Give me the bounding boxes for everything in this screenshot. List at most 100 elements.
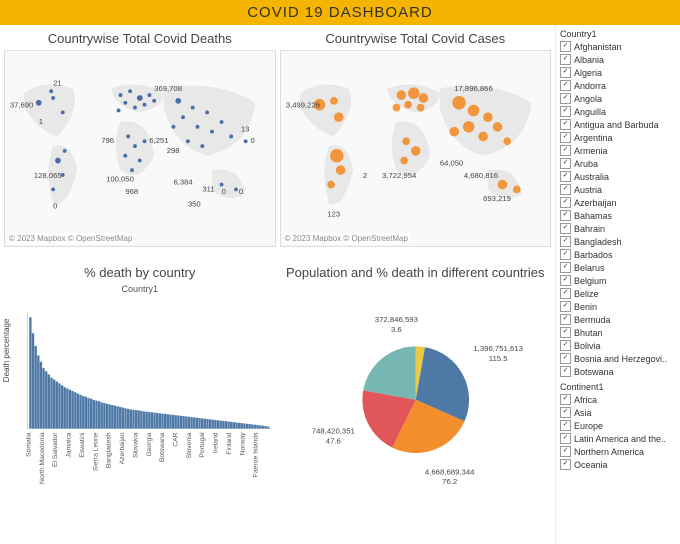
checkbox-icon[interactable]: ✓ [560, 145, 571, 156]
svg-text:3,499,226: 3,499,226 [285, 101, 319, 110]
checkbox-icon[interactable]: ✓ [560, 197, 571, 208]
filter-country-item[interactable]: ✓Bangladesh [560, 235, 678, 248]
filter-country-item[interactable]: ✓Bolivia [560, 339, 678, 352]
checkbox-icon[interactable]: ✓ [560, 210, 571, 221]
checkbox-icon[interactable]: ✓ [560, 288, 571, 299]
filter-country-item[interactable]: ✓Belarus [560, 261, 678, 274]
checkbox-icon[interactable]: ✓ [560, 314, 571, 325]
filter-country-item[interactable]: ✓Benin [560, 300, 678, 313]
pie-chart[interactable]: 372,846,593 3.6 1,396,751,613 115.5 4,66… [280, 285, 552, 500]
checkbox-icon[interactable]: ✓ [560, 158, 571, 169]
svg-text:Norway: Norway [239, 432, 246, 456]
checkbox-icon[interactable]: ✓ [560, 420, 571, 431]
svg-text:128,065: 128,065 [34, 171, 62, 180]
map-attrib: © 2023 Mapbox © OpenStreetMap [283, 233, 410, 244]
checkbox-icon[interactable]: ✓ [560, 366, 571, 377]
filter-country-item[interactable]: ✓Albania [560, 53, 678, 66]
filter-continent-title: Continent1 [560, 382, 678, 392]
checkbox-icon[interactable]: ✓ [560, 132, 571, 143]
bar-chart[interactable]: Death percentage SomaliaNorth MacedoniaE… [4, 294, 276, 534]
filter-label: Austria [574, 185, 602, 195]
filter-label: Aruba [574, 159, 598, 169]
filter-country-item[interactable]: ✓Aruba [560, 157, 678, 170]
checkbox-icon[interactable]: ✓ [560, 119, 571, 130]
filter-country-item[interactable]: ✓Bahrain [560, 222, 678, 235]
filter-country-item[interactable]: ✓Austria [560, 183, 678, 196]
filter-continent-item[interactable]: ✓Asia [560, 406, 678, 419]
checkbox-icon[interactable]: ✓ [560, 301, 571, 312]
filter-label: Bolivia [574, 341, 601, 351]
checkbox-icon[interactable]: ✓ [560, 327, 571, 338]
filter-country-item[interactable]: ✓Bermuda [560, 313, 678, 326]
filter-continent-item[interactable]: ✓Europe [560, 419, 678, 432]
svg-text:Finland: Finland [226, 432, 233, 454]
bar-chart-title: % death by country [4, 265, 276, 280]
filter-label: Benin [574, 302, 597, 312]
svg-text:1: 1 [39, 117, 43, 126]
filter-country-item[interactable]: ✓Andorra [560, 79, 678, 92]
checkbox-icon[interactable]: ✓ [560, 67, 571, 78]
checkbox-icon[interactable]: ✓ [560, 236, 571, 247]
checkbox-icon[interactable]: ✓ [560, 275, 571, 286]
checkbox-icon[interactable]: ✓ [560, 106, 571, 117]
checkbox-icon[interactable]: ✓ [560, 80, 571, 91]
checkbox-icon[interactable]: ✓ [560, 459, 571, 470]
map-deaths[interactable]: 37,690 21 1 369,708 796 128,065 0 100,05… [4, 50, 276, 247]
checkbox-icon[interactable]: ✓ [560, 223, 571, 234]
svg-text:Faeroe Islands: Faeroe Islands [253, 432, 260, 477]
filter-country-item[interactable]: ✓Argentina [560, 131, 678, 144]
filter-country-item[interactable]: ✓Barbados [560, 248, 678, 261]
svg-text:Bangladesh: Bangladesh [106, 432, 113, 468]
filter-country-item[interactable]: ✓Azerbaijan [560, 196, 678, 209]
svg-text:298: 298 [167, 146, 180, 155]
filter-country-item[interactable]: ✓Afghanistan [560, 40, 678, 53]
filter-label: Asia [574, 408, 592, 418]
map-cases-title: Countrywise Total Covid Cases [280, 31, 552, 46]
svg-text:North Macedonia: North Macedonia [39, 432, 46, 484]
checkbox-icon[interactable]: ✓ [560, 394, 571, 405]
checkbox-icon[interactable]: ✓ [560, 41, 571, 52]
svg-text:17,896,866: 17,896,866 [454, 84, 492, 93]
checkbox-icon[interactable]: ✓ [560, 171, 571, 182]
checkbox-icon[interactable]: ✓ [560, 54, 571, 65]
svg-text:3,722,954: 3,722,954 [382, 171, 417, 180]
filter-continent-item[interactable]: ✓Oceania [560, 458, 678, 471]
checkbox-icon[interactable]: ✓ [560, 340, 571, 351]
filter-country-title: Country1 [560, 29, 678, 39]
checkbox-icon[interactable]: ✓ [560, 407, 571, 418]
filter-country-item[interactable]: ✓Australia [560, 170, 678, 183]
filter-country-item[interactable]: ✓Bosnia and Herzegovi.. [560, 352, 678, 365]
filter-continent-item[interactable]: ✓Latin America and the.. [560, 432, 678, 445]
filter-country-item[interactable]: ✓Bahamas [560, 209, 678, 222]
filter-country-item[interactable]: ✓Algeria [560, 66, 678, 79]
checkbox-icon[interactable]: ✓ [560, 446, 571, 457]
filter-continent-item[interactable]: ✓Africa [560, 393, 678, 406]
filter-label: Argentina [574, 133, 613, 143]
svg-text:796: 796 [101, 136, 114, 145]
svg-text:64,050: 64,050 [439, 158, 463, 167]
filter-country-item[interactable]: ✓Armenia [560, 144, 678, 157]
checkbox-icon[interactable]: ✓ [560, 262, 571, 273]
filter-country-item[interactable]: ✓Anguilla [560, 105, 678, 118]
map-attrib: © 2023 Mapbox © OpenStreetMap [7, 233, 134, 244]
filter-country-item[interactable]: ✓Antigua and Barbuda [560, 118, 678, 131]
filter-country-item[interactable]: ✓Belize [560, 287, 678, 300]
filter-country-item[interactable]: ✓Belgium [560, 274, 678, 287]
filter-country-item[interactable]: ✓Botswana [560, 365, 678, 378]
svg-text:CAR: CAR [172, 432, 179, 446]
map-cases[interactable]: 3,499,226 17,896,866 64,050 3,722,954 4,… [280, 50, 552, 247]
checkbox-icon[interactable]: ✓ [560, 433, 571, 444]
filter-country-item[interactable]: ✓Bhutan [560, 326, 678, 339]
svg-text:21: 21 [53, 78, 62, 87]
filter-country-item[interactable]: ✓Angola [560, 92, 678, 105]
svg-text:Botswana: Botswana [159, 432, 166, 462]
svg-text:115.5: 115.5 [488, 354, 507, 363]
checkbox-icon[interactable]: ✓ [560, 353, 571, 364]
checkbox-icon[interactable]: ✓ [560, 93, 571, 104]
filter-label: Africa [574, 395, 597, 405]
filter-continent-item[interactable]: ✓Northern America [560, 445, 678, 458]
filter-label: Algeria [574, 68, 602, 78]
filter-label: Bermuda [574, 315, 611, 325]
checkbox-icon[interactable]: ✓ [560, 184, 571, 195]
checkbox-icon[interactable]: ✓ [560, 249, 571, 260]
